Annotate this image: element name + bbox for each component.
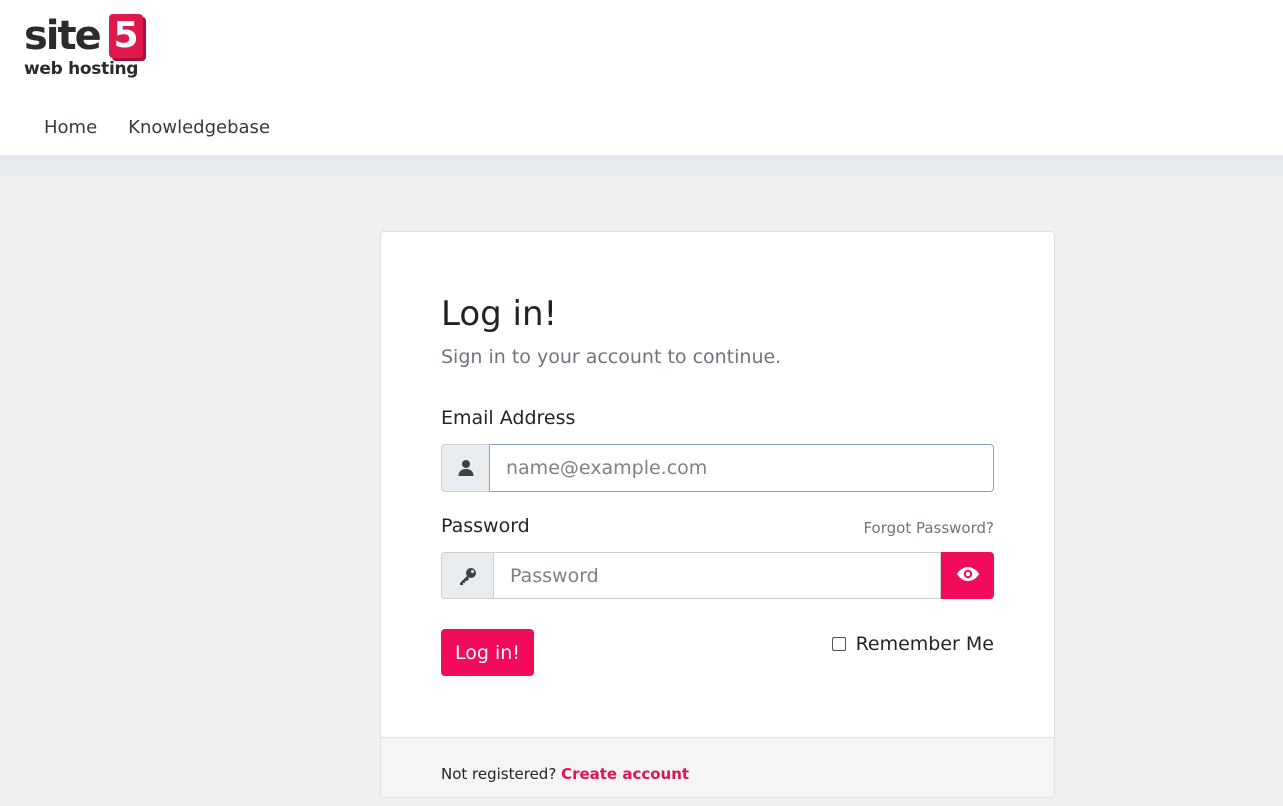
nav-item-knowledgebase[interactable]: Knowledgebase [128, 117, 270, 138]
page-title: Log in! [441, 294, 558, 334]
nav-item-home[interactable]: Home [44, 117, 97, 138]
create-account-link[interactable]: Create account [561, 765, 689, 783]
site5-logo[interactable]: site 5 web hosting [24, 12, 154, 86]
email-field[interactable] [489, 444, 994, 492]
eye-icon [956, 566, 980, 585]
remember-me: Remember Me [831, 633, 994, 655]
login-card-footer: Not registered? Create account [381, 737, 1054, 797]
breadcrumb-bar [0, 155, 1283, 176]
site-header: site 5 web hosting Home Knowledgebase [0, 0, 1283, 155]
key-icon [441, 552, 493, 599]
page-subtitle: Sign in to your account to continue. [441, 346, 782, 368]
password-input-group [441, 552, 994, 599]
register-prompt: Not registered? Create account [441, 765, 689, 783]
user-icon [441, 444, 489, 492]
forgot-password-link[interactable]: Forgot Password? [863, 519, 994, 537]
email-label: Email Address [441, 407, 576, 429]
main-nav: Home Knowledgebase [44, 117, 270, 138]
logo-word: site [24, 13, 102, 59]
login-button[interactable]: Log in! [441, 629, 534, 676]
login-card-body: Log in! Sign in to your account to conti… [381, 232, 1054, 737]
logo-number: 5 [109, 14, 143, 58]
email-input-group [441, 444, 994, 492]
remember-me-checkbox[interactable] [831, 637, 846, 651]
password-label: Password [441, 515, 530, 537]
remember-me-label[interactable]: Remember Me [856, 633, 994, 655]
logo-tagline: web hosting [24, 59, 139, 79]
show-password-button[interactable] [941, 552, 994, 599]
password-field[interactable] [493, 552, 941, 599]
register-prompt-text: Not registered? [441, 765, 557, 783]
login-card: Log in! Sign in to your account to conti… [380, 231, 1055, 798]
